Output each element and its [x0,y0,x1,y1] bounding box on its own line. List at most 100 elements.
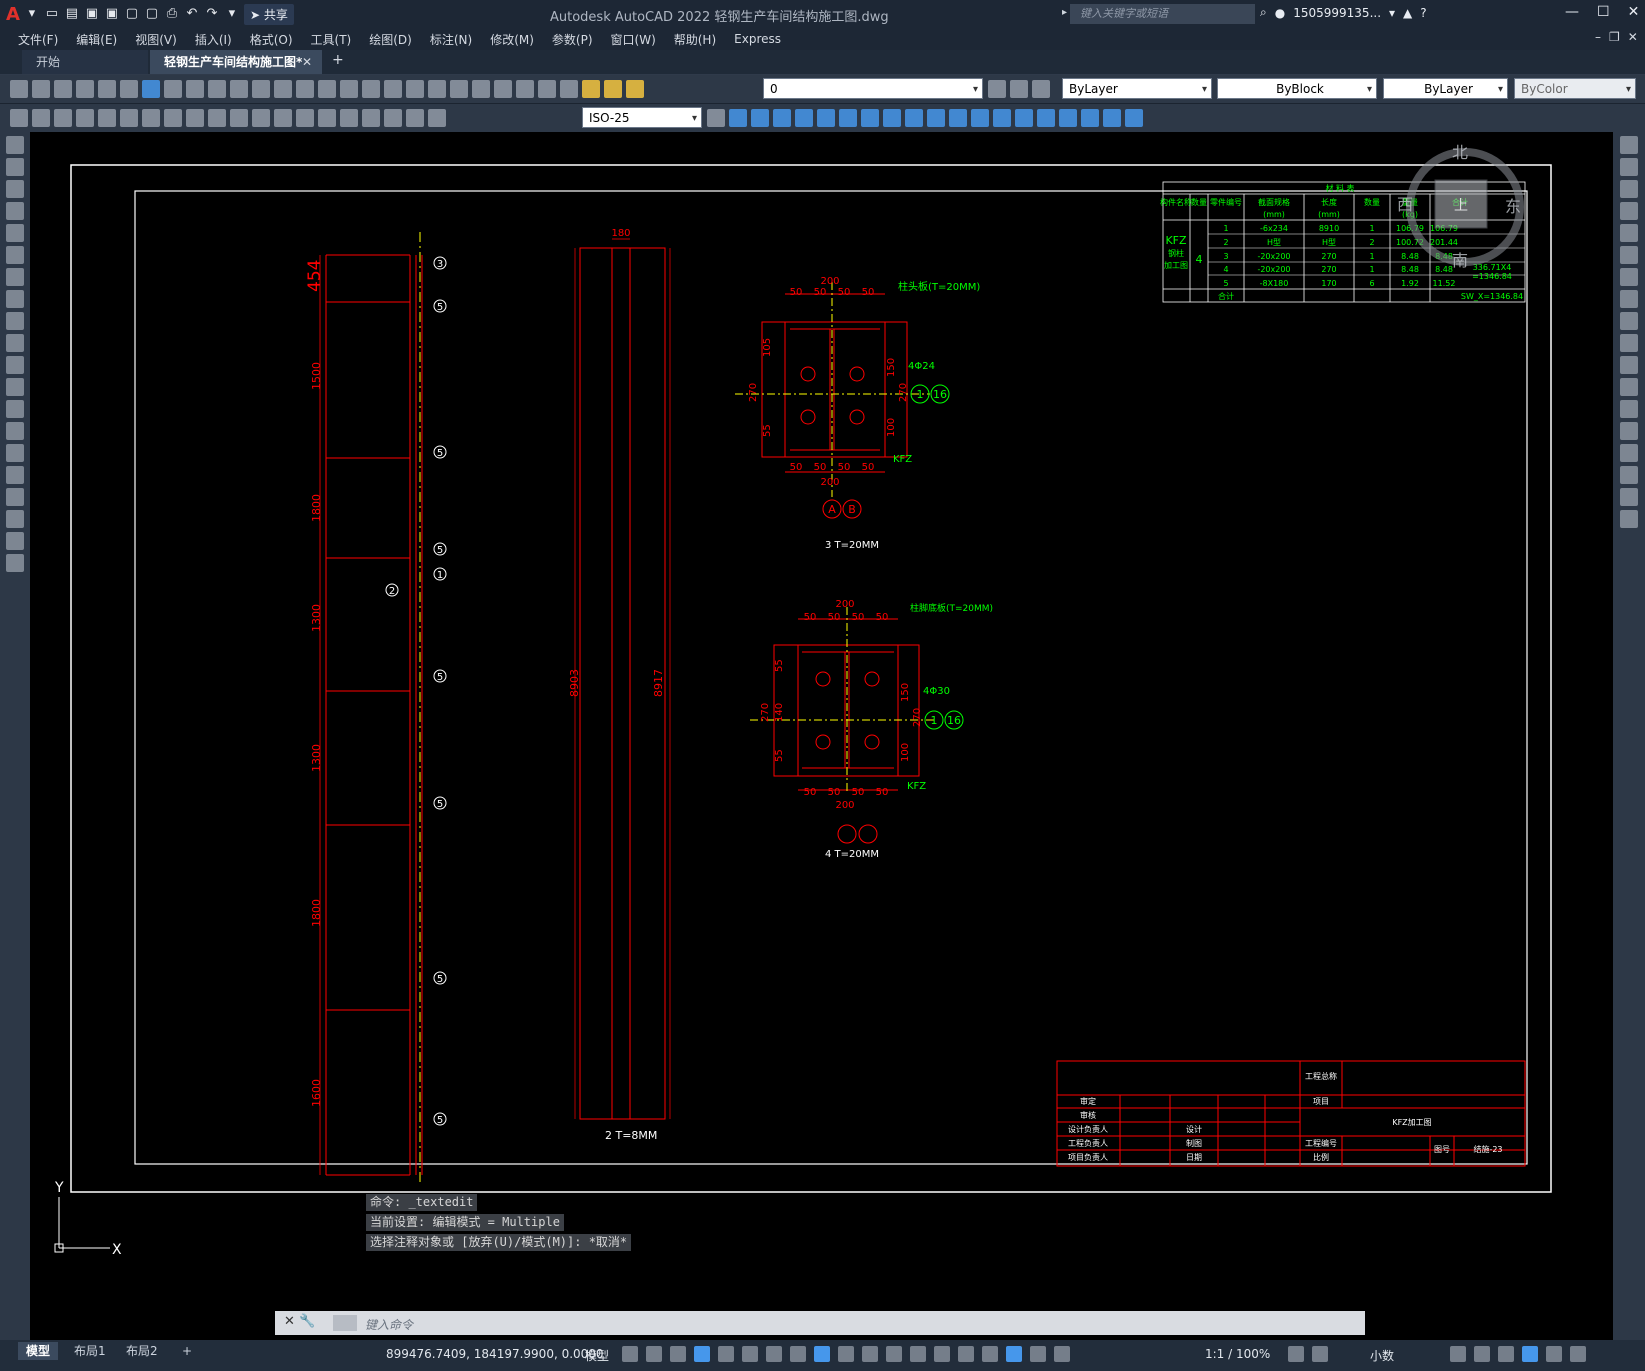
save-icon[interactable]: ▣ [84,6,100,22]
lineweight-icon[interactable] [838,1346,854,1362]
save-tool-icon[interactable] [54,80,72,98]
zoom-previous-icon[interactable] [384,80,402,98]
match-properties-icon[interactable] [230,80,248,98]
continue-icon[interactable] [230,109,248,127]
break-icon[interactable] [274,109,292,127]
drawing-canvas[interactable]: 454 1500 1800 1300 1300 1800 1600 3 5 5 … [30,132,1613,1340]
color-faces-icon[interactable] [971,109,989,127]
circle-icon[interactable] [6,268,24,286]
make-block-icon[interactable] [6,400,24,418]
imprint-icon[interactable] [949,109,967,127]
dynamic-ucs-icon[interactable] [934,1346,950,1362]
menu-view[interactable]: 视图(V) [135,31,177,48]
lock-ui-icon[interactable] [1474,1346,1490,1362]
insert-block-icon[interactable] [6,378,24,396]
gradient-icon[interactable] [6,466,24,484]
paste-icon[interactable] [208,80,226,98]
close-icon[interactable]: ✕ [1628,4,1640,20]
intersect-icon[interactable] [795,109,813,127]
annotation-scale[interactable]: 1:1 / 100% [1205,1347,1270,1361]
help-icon[interactable]: ? [1420,6,1426,20]
separate-icon[interactable] [1037,109,1055,127]
menu-draw[interactable]: 绘图(D) [369,31,412,48]
dim-edit-icon[interactable] [384,109,402,127]
make-current-icon[interactable] [988,80,1006,98]
search-expand-icon[interactable]: ▸ [1062,7,1067,18]
add-selected-icon[interactable] [6,554,24,572]
cart-icon[interactable]: ▾ [1389,6,1395,20]
menu-help[interactable]: 帮助(H) [674,31,716,48]
undo-tool-icon[interactable] [274,80,292,98]
model-space-toggle[interactable]: 模型 [585,1347,609,1364]
polygon-icon[interactable] [6,202,24,220]
table-icon[interactable] [6,532,24,550]
pan-icon[interactable] [318,80,336,98]
break-point-icon[interactable] [1620,378,1638,396]
dynamic-input-icon[interactable] [694,1346,710,1362]
ellipse-icon[interactable] [6,334,24,352]
autodesk-app-icon[interactable]: ▲ [1403,6,1412,20]
spline-icon[interactable] [6,312,24,330]
layer-freeze-icon[interactable] [604,80,622,98]
doc-restore-icon[interactable]: ❐ [1609,30,1620,44]
plotstyle-dropdown[interactable]: ByColor [1514,78,1636,100]
auto-scale-icon[interactable] [1030,1346,1046,1362]
calculator-icon[interactable] [516,80,534,98]
customize-icon[interactable]: ▾ [224,6,240,22]
line-icon[interactable] [6,136,24,154]
preview-icon[interactable] [98,80,116,98]
jogged-icon[interactable] [142,109,160,127]
revcloud-icon[interactable] [6,290,24,308]
menu-edit[interactable]: 编辑(E) [76,31,117,48]
clean-icon[interactable] [1059,109,1077,127]
text-icon[interactable] [6,510,24,528]
region-icon[interactable] [6,488,24,506]
diameter-icon[interactable] [164,109,182,127]
customization-icon[interactable] [1570,1346,1586,1362]
offset-face-icon[interactable] [1125,109,1143,127]
ortho-icon[interactable] [718,1346,734,1362]
undo-icon[interactable]: ↶ [184,6,200,22]
menu-window[interactable]: 窗口(W) [611,31,656,48]
publish-icon[interactable] [120,80,138,98]
quick-dim-icon[interactable] [10,109,28,127]
isodraft-icon[interactable] [766,1346,782,1362]
annotation-scale-icon[interactable] [1054,1346,1070,1362]
space-icon[interactable] [252,109,270,127]
subtract-icon[interactable] [773,109,791,127]
shell-icon[interactable] [1015,109,1033,127]
maximize-icon[interactable]: ☐ [1597,4,1610,20]
layer-state-icon[interactable] [1032,80,1050,98]
arc-icon[interactable] [6,246,24,264]
inspection-icon[interactable] [340,109,358,127]
sheet-set-icon[interactable] [472,80,490,98]
doc-minimize-icon[interactable]: – [1595,30,1601,44]
lineweight-dropdown[interactable]: ByLayer [1383,78,1508,100]
share-button[interactable]: ➤ 共享 [243,3,294,25]
snap-icon[interactable] [646,1346,662,1362]
menu-dimension[interactable]: 标注(N) [430,31,472,48]
linear-dim-icon[interactable] [32,109,50,127]
transparency-icon[interactable] [862,1346,878,1362]
zoom-realtime-icon[interactable] [340,80,358,98]
tab-start[interactable]: 开始 [22,50,148,74]
gizmo-icon[interactable] [982,1346,998,1362]
redo-tool-icon[interactable] [296,80,314,98]
dimstyle-dropdown[interactable]: ISO-25 [582,107,702,129]
new-file-icon[interactable]: ▭ [44,6,60,22]
copy-object-icon[interactable] [1620,158,1638,176]
polar-icon[interactable] [742,1346,758,1362]
menu-format[interactable]: 格式(O) [250,31,293,48]
command-input-bar[interactable] [275,1311,1365,1335]
qnew-icon[interactable] [10,80,28,98]
jogged-linear-icon[interactable] [362,109,380,127]
break-object-icon[interactable] [1620,400,1638,418]
search-input[interactable]: 键入关键字或短语 [1070,4,1255,24]
isolate-objects-icon[interactable] [1498,1346,1514,1362]
design-center-icon[interactable] [428,80,446,98]
menu-file[interactable]: 文件(F) [18,31,58,48]
revolve-icon[interactable] [839,109,857,127]
dim-text-edit-icon[interactable] [406,109,424,127]
stretch-icon[interactable] [1620,312,1638,330]
radius-icon[interactable] [120,109,138,127]
